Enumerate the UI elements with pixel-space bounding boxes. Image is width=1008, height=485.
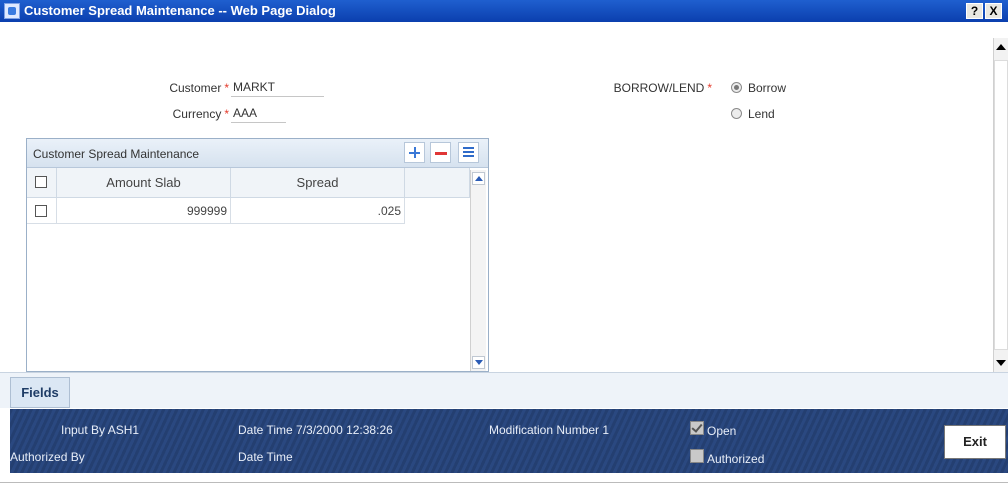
lend-radio-label: Lend bbox=[748, 107, 775, 121]
grid-scroll-down-icon[interactable] bbox=[472, 356, 485, 369]
borrow-lend-label: BORROW/LEND * bbox=[613, 81, 712, 95]
window-title: Customer Spread Maintenance -- Web Page … bbox=[24, 3, 336, 18]
tab-fields[interactable]: Fields bbox=[10, 377, 70, 408]
authorized-date-time-label: Date Time bbox=[238, 450, 293, 464]
column-spread[interactable]: Spread bbox=[231, 168, 405, 198]
modification-number-value: 1 bbox=[602, 423, 610, 437]
authorized-label: Authorized bbox=[707, 452, 765, 466]
customer-field[interactable]: MARKT bbox=[231, 80, 324, 97]
page-scrollbar[interactable] bbox=[993, 38, 1008, 372]
select-all-header bbox=[27, 168, 57, 198]
currency-field[interactable]: AAA bbox=[231, 106, 286, 123]
grid-scrollbar[interactable] bbox=[470, 170, 486, 371]
grid-header: Customer Spread Maintenance bbox=[27, 139, 488, 168]
scroll-down-icon[interactable] bbox=[996, 360, 1006, 366]
date-time-value: 7/3/2000 12:38:26 bbox=[296, 423, 393, 437]
column-empty bbox=[405, 168, 470, 198]
borrow-radio[interactable] bbox=[731, 82, 742, 93]
select-all-checkbox[interactable] bbox=[35, 176, 47, 188]
lend-radio[interactable] bbox=[731, 108, 742, 119]
currency-label: Currency * bbox=[172, 107, 229, 121]
exit-button[interactable]: Exit bbox=[944, 425, 1006, 459]
delete-row-icon[interactable] bbox=[430, 142, 451, 163]
title-bar: Customer Spread Maintenance -- Web Page … bbox=[0, 0, 1008, 22]
grid-scroll-up-icon[interactable] bbox=[472, 172, 485, 185]
open-label: Open bbox=[707, 424, 737, 438]
authorized-by-label: Authorized By bbox=[10, 450, 85, 464]
borrow-radio-label: Borrow bbox=[748, 81, 787, 95]
row-checkbox[interactable] bbox=[35, 205, 47, 217]
amount-slab-cell[interactable]: 999999 bbox=[57, 198, 231, 224]
close-button[interactable]: X bbox=[985, 3, 1002, 19]
window-app-icon bbox=[4, 3, 20, 19]
spread-grid: Customer Spread Maintenance Amount Slab … bbox=[26, 138, 489, 372]
modification-number-label: Modification Number 1 bbox=[489, 423, 610, 437]
input-by-value: ASH1 bbox=[107, 423, 140, 437]
scroll-thumb[interactable] bbox=[994, 60, 1008, 350]
tab-bar: Fields bbox=[0, 372, 1008, 408]
scroll-up-icon[interactable] bbox=[996, 44, 1006, 50]
authorized-checkbox bbox=[690, 449, 704, 463]
row-select-cell bbox=[27, 198, 57, 224]
single-view-icon[interactable] bbox=[458, 142, 479, 163]
column-amount-slab[interactable]: Amount Slab bbox=[57, 168, 231, 198]
open-checkbox bbox=[690, 421, 704, 435]
bottom-divider bbox=[0, 482, 1008, 483]
audit-footer: Input By ASH1 Authorized By Date Time 7/… bbox=[10, 409, 1008, 473]
customer-label: Customer * bbox=[169, 81, 229, 95]
add-row-icon[interactable] bbox=[404, 142, 425, 163]
grid-title: Customer Spread Maintenance bbox=[33, 147, 200, 161]
input-by-label: Input By ASH1 bbox=[61, 423, 140, 437]
spread-cell[interactable]: .025 bbox=[231, 198, 405, 224]
help-button[interactable]: ? bbox=[966, 3, 983, 19]
date-time-label: Date Time 7/3/2000 12:38:26 bbox=[238, 423, 393, 437]
